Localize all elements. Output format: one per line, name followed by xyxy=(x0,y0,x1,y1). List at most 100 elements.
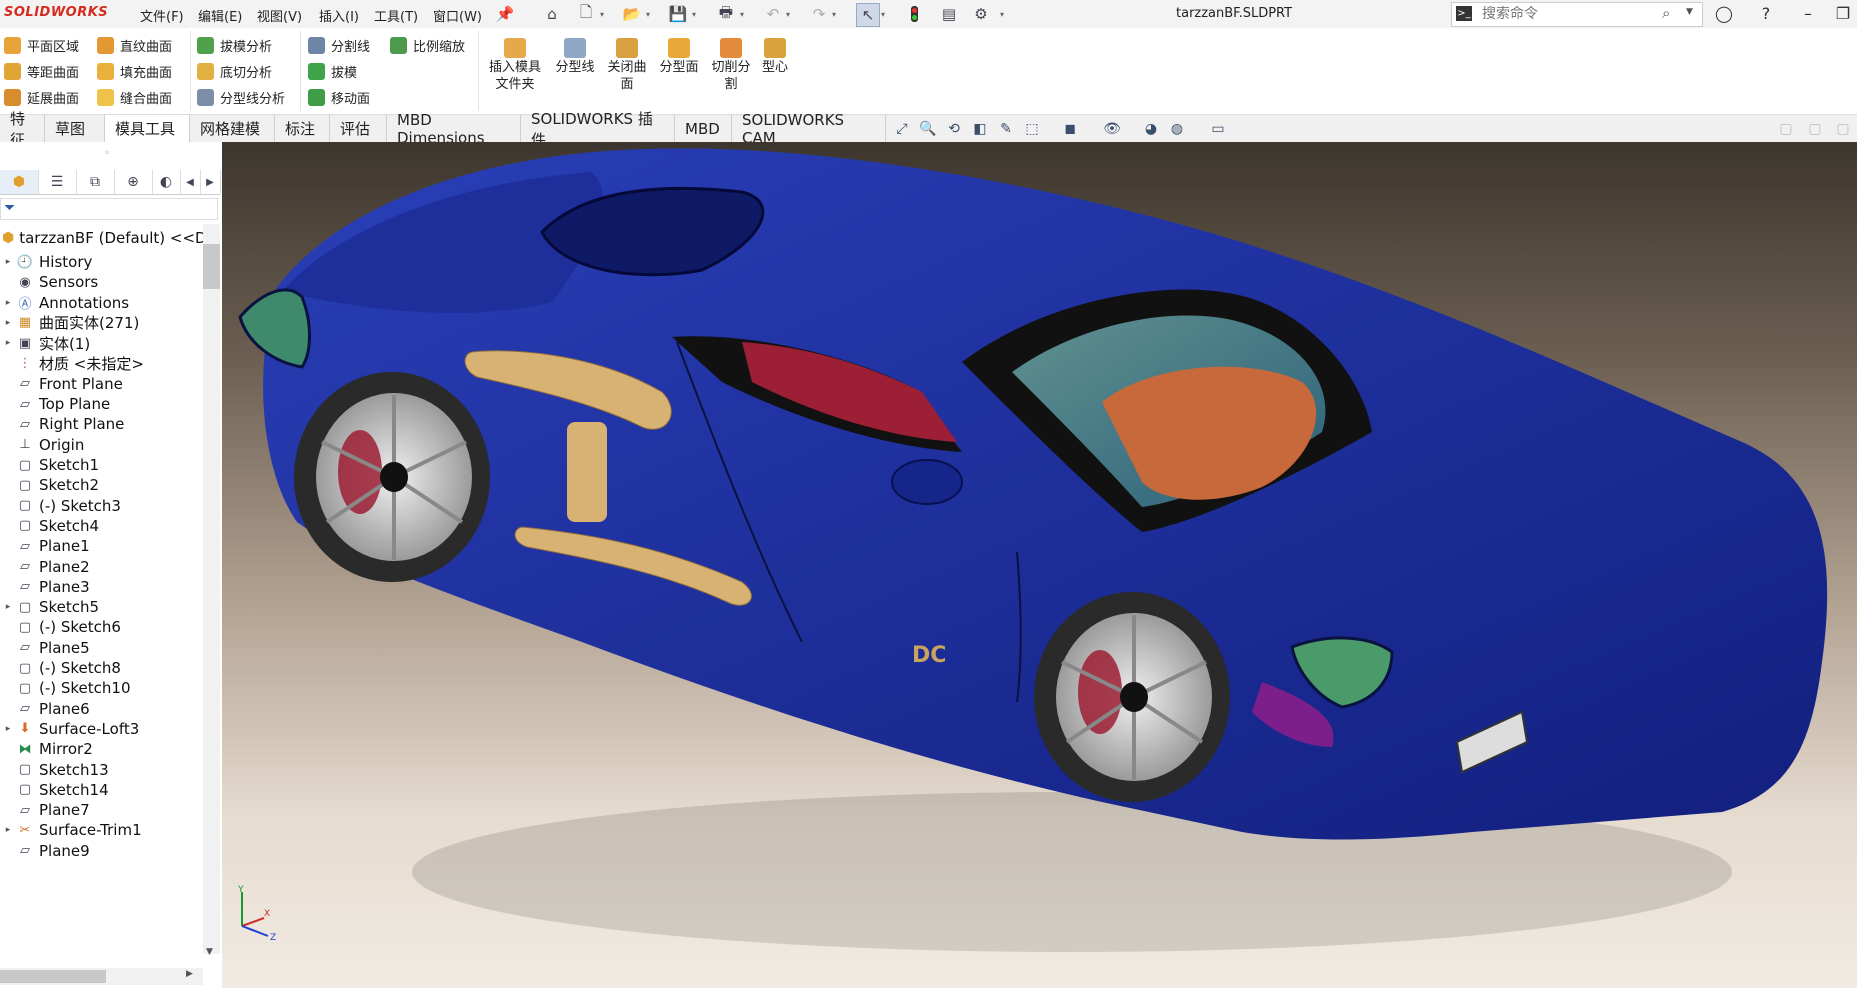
zoom-to-fit-icon[interactable]: ⤢ xyxy=(891,118,913,140)
display-manager-tab-icon[interactable]: ◐ xyxy=(152,170,181,194)
options-gear-icon[interactable]: ⚙ xyxy=(970,3,992,25)
save-icon[interactable]: 💾 xyxy=(667,3,689,25)
tree-scrollbar[interactable] xyxy=(203,224,220,954)
menu-view[interactable]: 视图(V) xyxy=(257,6,302,25)
tab-sketch[interactable]: 草图 xyxy=(45,115,105,142)
expand-arrow-icon[interactable]: ▸ xyxy=(0,724,16,734)
search-input[interactable] xyxy=(1480,5,1664,23)
tab-mbd-dimensions[interactable]: MBD Dimensions xyxy=(387,111,521,147)
menu-insert[interactable]: 插入(I) xyxy=(319,6,359,25)
shut-off-surfaces-button[interactable]: 关闭曲 面 xyxy=(601,38,653,93)
core-button[interactable]: 型心 xyxy=(749,38,801,76)
tree-root[interactable]: ⬢ tarzzanBF (Default) <<De xyxy=(0,226,205,250)
maximize-view-icon[interactable]: ▢ xyxy=(1804,118,1826,140)
chevron-down-icon[interactable]: ▾ xyxy=(646,3,655,25)
offset-surface-button[interactable]: 等距曲面 xyxy=(4,60,79,82)
expand-arrow-icon[interactable]: ▸ xyxy=(0,318,16,328)
knit-surface-button[interactable]: 缝合曲面 xyxy=(97,86,172,108)
tab-evaluate[interactable]: 评估 xyxy=(330,115,387,142)
parting-lines-button[interactable]: 分型线 xyxy=(549,38,601,76)
chevron-down-icon[interactable]: ▾ xyxy=(786,3,795,25)
tab-mesh-modeling[interactable]: 网格建模 xyxy=(190,115,275,142)
expand-arrow-icon[interactable]: ▸ xyxy=(0,257,16,267)
chevron-left-icon[interactable]: ◀ xyxy=(180,170,201,194)
parting-surface-button[interactable]: 分型面 xyxy=(653,38,705,76)
tree-item[interactable]: ▱ Plane9 xyxy=(0,839,205,863)
dimxpert-manager-tab-icon[interactable]: ⊕ xyxy=(114,170,153,194)
scroll-down-icon[interactable]: ▼ xyxy=(206,947,213,957)
tab-mold-tools[interactable]: 模具工具 xyxy=(105,115,190,142)
menu-edit[interactable]: 编辑(E) xyxy=(198,6,242,25)
tab-features[interactable]: 特征 xyxy=(0,110,45,149)
open-folder-icon[interactable]: 📂 xyxy=(621,3,643,25)
select-cursor-icon[interactable]: ↖ xyxy=(856,3,880,27)
scale-button[interactable]: 比例缩放 xyxy=(390,34,465,56)
search-icon[interactable]: ⌕ xyxy=(1662,4,1670,22)
solidworks-logo[interactable]: SOLIDWORKS xyxy=(4,5,108,20)
move-face-button[interactable]: 移动面 xyxy=(308,86,370,108)
expand-arrow-icon[interactable]: ▸ xyxy=(0,338,16,348)
edit-appearance-icon[interactable]: ◕ xyxy=(1140,118,1162,140)
fill-surface-button[interactable]: 填充曲面 xyxy=(97,60,172,82)
front-wheel[interactable] xyxy=(294,372,490,582)
tile-window-icon[interactable]: ▢ xyxy=(1775,118,1797,140)
print-icon[interactable]: 🖶 xyxy=(715,3,737,25)
display-style-icon[interactable]: ◼ xyxy=(1059,118,1081,140)
expand-arrow-icon[interactable]: ▸ xyxy=(0,602,16,612)
tree-scrollbar-thumb[interactable] xyxy=(203,244,220,289)
zoom-to-area-icon[interactable]: 🔍 xyxy=(917,118,939,140)
rear-wheel[interactable] xyxy=(1034,592,1230,802)
scroll-right-icon[interactable]: ▶ xyxy=(186,969,193,979)
tree-filter-box[interactable]: ⏷ xyxy=(0,198,218,220)
extend-surface-button[interactable]: 延展曲面 xyxy=(4,86,79,108)
menu-tools[interactable]: 工具(T) xyxy=(374,6,418,25)
hide-show-items-icon[interactable]: 👁 xyxy=(1101,118,1123,140)
chevron-down-icon[interactable]: ▼ xyxy=(1686,7,1693,17)
search-commands-box[interactable]: >_ ⌕ ▼ xyxy=(1451,2,1703,27)
tab-solidworks-addins[interactable]: SOLIDWORKS 插件 xyxy=(521,110,675,149)
car-model[interactable]: DC xyxy=(222,142,1857,988)
chevron-down-icon[interactable]: ▾ xyxy=(692,3,701,25)
section-view-icon[interactable]: ◧ xyxy=(969,118,991,140)
graphics-area[interactable]: DC Y X Z xyxy=(222,142,1857,988)
split-line-button[interactable]: 分割线 xyxy=(308,34,370,56)
undo-icon[interactable]: ↶ xyxy=(762,3,784,25)
expand-arrow-icon[interactable]: ▸ xyxy=(0,298,16,308)
property-manager-tab-icon[interactable]: ☰ xyxy=(38,170,77,194)
tree-hscrollbar-thumb[interactable] xyxy=(0,970,106,983)
chevron-down-icon[interactable]: ▾ xyxy=(600,3,609,25)
menu-file[interactable]: 文件(F) xyxy=(140,6,184,25)
chevron-down-icon[interactable]: ▾ xyxy=(740,3,749,25)
tab-markup[interactable]: 标注 xyxy=(275,115,330,142)
tab-solidworks-cam[interactable]: SOLIDWORKS CAM xyxy=(732,111,886,147)
file-properties-icon[interactable]: ▤ xyxy=(938,3,960,25)
home-icon[interactable]: ⌂ xyxy=(541,3,563,25)
feature-manager-tab-icon[interactable]: ⬢ xyxy=(0,170,39,194)
view-settings-icon[interactable]: ▭ xyxy=(1207,118,1229,140)
previous-view-icon[interactable]: ⟲ xyxy=(943,118,965,140)
collapse-handle-icon[interactable]: ◦ xyxy=(104,148,110,159)
tab-mbd[interactable]: MBD xyxy=(675,115,732,142)
ruled-surface-button[interactable]: 直纹曲面 xyxy=(97,34,172,56)
pin-icon[interactable]: 📌 xyxy=(494,3,516,25)
close-view-icon[interactable]: ▢ xyxy=(1832,118,1854,140)
chevron-down-icon[interactable]: ▾ xyxy=(832,3,841,25)
view-orientation-icon[interactable]: ⬚ xyxy=(1021,118,1043,140)
traffic-light-icon[interactable] xyxy=(903,3,925,25)
configuration-manager-tab-icon[interactable]: ⧉ xyxy=(76,170,115,194)
user-account-icon[interactable]: ◯ xyxy=(1712,4,1736,23)
chevron-down-icon[interactable]: ▾ xyxy=(1000,3,1009,25)
expand-arrow-icon[interactable]: ▸ xyxy=(0,825,16,835)
planar-surface-button[interactable]: 平面区域 xyxy=(4,34,79,56)
parting-line-analysis-button[interactable]: 分型线分析 xyxy=(197,86,285,108)
chevron-down-icon[interactable]: ▾ xyxy=(881,3,890,25)
restore-icon[interactable]: ❐ xyxy=(1831,4,1855,23)
menu-window[interactable]: 窗口(W) xyxy=(433,6,482,25)
chevron-right-icon[interactable]: ▶ xyxy=(200,170,221,194)
minimize-icon[interactable]: – xyxy=(1796,4,1820,23)
insert-mold-folder-button[interactable]: 插入模具 文件夹 xyxy=(489,38,541,93)
help-icon[interactable]: ? xyxy=(1754,4,1778,23)
undercut-analysis-button[interactable]: 底切分析 xyxy=(197,60,272,82)
new-document-icon[interactable]: 🗋 xyxy=(575,3,597,25)
apply-scene-icon[interactable]: ◍ xyxy=(1166,118,1188,140)
